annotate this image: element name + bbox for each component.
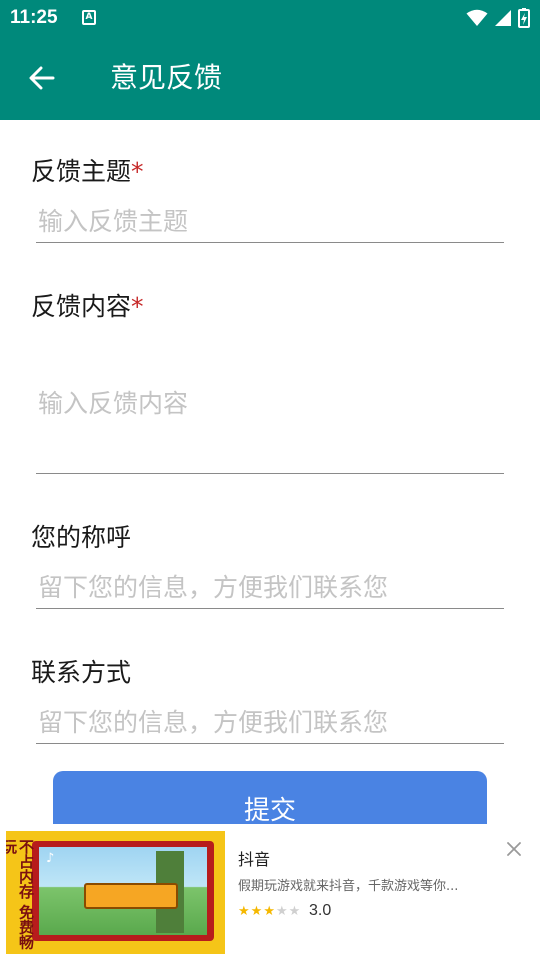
tiktok-logo-icon: ♪	[46, 851, 55, 866]
battery-charging-icon	[518, 8, 530, 28]
ad-thumbnail[interactable]: ♪ 不占内存 免费畅玩	[6, 831, 225, 954]
ad-banner[interactable]: ♪ 不占内存 免费畅玩 抖音 假期玩游戏就来抖音，千款游戏等你... ★ ★ ★…	[0, 824, 540, 960]
star-icon: ★	[275, 904, 288, 919]
content-textarea[interactable]	[36, 344, 504, 474]
status-time: 11:25	[10, 7, 58, 28]
ad-thumbnail-text: 不占内存 免费畅玩	[6, 839, 35, 950]
star-icon: ★	[250, 904, 263, 919]
close-icon	[507, 842, 521, 856]
content-label-text: 反馈内容	[31, 292, 132, 321]
content-label: 反馈内容*	[31, 287, 144, 323]
subject-label-text: 反馈主题	[31, 157, 132, 186]
ad-title: 抖音	[238, 850, 271, 869]
contact-label: 联系方式	[31, 658, 132, 687]
page-title: 意见反馈	[110, 61, 223, 94]
contact-input[interactable]	[36, 701, 504, 744]
subject-input[interactable]	[36, 200, 504, 243]
star-icon: ★	[238, 904, 250, 919]
star-icon: ★	[288, 904, 301, 919]
name-input[interactable]	[36, 566, 504, 609]
app-bar: 意见反馈	[0, 36, 540, 120]
cellular-signal-icon	[495, 10, 511, 26]
status-bar: 11:25 A	[0, 0, 540, 36]
ad-description: 假期玩游戏就来抖音，千款游戏等你...	[238, 879, 459, 894]
required-mark: *	[131, 157, 144, 186]
required-mark: *	[131, 292, 144, 321]
subject-label: 反馈主题*	[31, 152, 144, 188]
ad-thumbnail-banner	[84, 883, 178, 909]
notification-icon: A	[82, 10, 96, 25]
star-icon: ★	[263, 904, 275, 919]
name-label: 您的称呼	[31, 523, 132, 552]
ad-close-button[interactable]	[504, 839, 524, 859]
ad-rating-value: 3.0	[309, 902, 332, 919]
wifi-icon	[466, 9, 488, 26]
system-icons	[466, 8, 530, 28]
arrow-left-icon	[29, 66, 55, 90]
ad-rating-stars: ★ ★ ★ ★ ★	[238, 904, 300, 920]
back-button[interactable]	[24, 60, 60, 96]
